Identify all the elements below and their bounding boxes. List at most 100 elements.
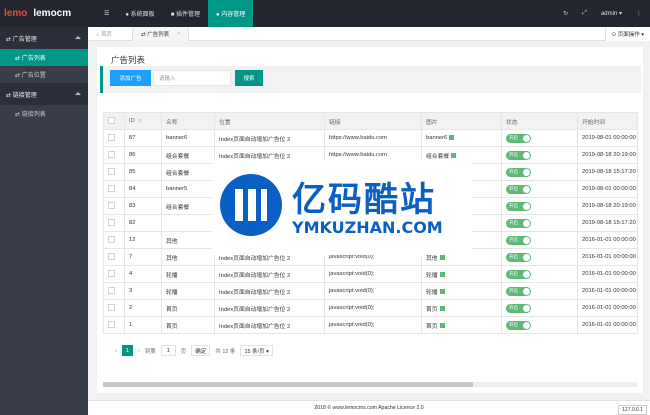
toolbar: 添加广告 请输入 搜索 (100, 66, 641, 93)
sidebar-item-ad-list[interactable]: ⇄ 广告列表 (0, 49, 88, 66)
nav-content-manage[interactable]: ● 内容管理 (207, 0, 254, 27)
row-checkbox[interactable] (103, 214, 125, 232)
fullscreen-icon[interactable]: ⤢ (582, 10, 587, 17)
status-label: 开启 (509, 270, 518, 276)
row-checkbox[interactable] (103, 231, 125, 249)
cell-start-time: 2016-01-01 00:00:00 (577, 265, 638, 283)
status-toggle[interactable]: 开启 (506, 320, 531, 330)
status-toggle[interactable]: 开启 (506, 184, 531, 194)
table-row[interactable]: 2 首页 Index页面自动增加广告位 2 javascript:void(0); 首页… (103, 299, 638, 317)
cell-link: javascript:void(0); (324, 265, 422, 283)
toggle-knob (523, 151, 530, 159)
page-operations-dropdown[interactable]: ⊙ 页面操作 ▾ (604, 27, 650, 41)
page-number-input[interactable]: 1 (160, 345, 176, 356)
horizontal-scrollbar[interactable] (103, 382, 637, 387)
toggle-knob (523, 304, 530, 312)
row-checkbox[interactable] (103, 299, 125, 317)
next-page-button[interactable]: › (138, 348, 140, 354)
cell-id: 84 (124, 180, 162, 198)
sort-icon[interactable]: ⇵ (138, 118, 142, 124)
status-toggle[interactable]: 开启 (506, 303, 531, 313)
sidebar-group-links[interactable]: ⇄ 链接管理 (0, 83, 88, 105)
cell-link: https://www.baidu.com (324, 129, 422, 147)
prev-page-button[interactable]: ‹ (115, 348, 117, 354)
status-toggle[interactable]: 开启 (506, 201, 531, 211)
cell-link: javascript:void(0); (324, 282, 422, 300)
image-label: 组合套餐 (426, 153, 450, 160)
refresh-icon[interactable]: ↻ (563, 10, 568, 17)
row-checkbox[interactable] (103, 197, 125, 215)
add-ad-button[interactable]: 添加广告 (110, 70, 151, 86)
status-toggle[interactable]: 开启 (506, 218, 531, 228)
row-checkbox[interactable] (103, 129, 125, 147)
nav-system-panel[interactable]: ● 系统面板 (117, 0, 162, 27)
version-badge: 127.0.0.1 (618, 405, 647, 415)
logo[interactable]: lemo lemocm (0, 0, 88, 27)
table-row[interactable]: 87 banner6 Index页面自动增加广告位 2 https://www.bai… (103, 129, 638, 147)
sidebar-group-ads[interactable]: ⇄ 广告管理 (0, 27, 88, 49)
status-toggle[interactable]: 开启 (506, 269, 531, 279)
search-input[interactable]: 请输入 (153, 70, 231, 86)
per-page-select[interactable]: 15 条/页 ▾ (240, 345, 273, 356)
image-thumb-icon[interactable] (451, 153, 457, 159)
table-row[interactable]: 1 首页 Index页面自动增加广告位 2 javascript:void(0); 首页… (103, 316, 638, 334)
cell-id: 1 (124, 316, 162, 334)
image-thumb-icon[interactable] (449, 134, 455, 140)
image-thumb-icon[interactable] (439, 323, 445, 329)
scrollbar-thumb[interactable] (103, 382, 473, 387)
row-checkbox[interactable] (103, 146, 125, 164)
more-icon[interactable]: ⋮ (636, 10, 642, 17)
sidebar-item-ad-position[interactable]: ⇄ 广告位置 (0, 66, 88, 83)
table-row[interactable]: 3 轮播 Index页面自动增加广告位 2 javascript:void(0); 轮播… (103, 282, 638, 300)
image-thumb-icon[interactable] (439, 289, 445, 295)
goto-label: 到第 (144, 348, 156, 355)
status-toggle[interactable]: 开启 (506, 235, 531, 245)
sidebar-item-link-list[interactable]: ⇄ 链接列表 (0, 105, 88, 122)
toggle-knob (523, 321, 530, 329)
caret-up-icon (75, 36, 81, 39)
status-toggle[interactable]: 开启 (506, 167, 531, 177)
column-header-link: 链接 (324, 112, 422, 130)
select-all-checkbox[interactable] (103, 112, 125, 130)
cell-id: 3 (124, 282, 162, 300)
nav-plugin-manage[interactable]: ■ 插件管理 (163, 0, 208, 27)
menu-toggle-button[interactable]: ☰ (96, 0, 117, 27)
row-checkbox[interactable] (103, 282, 125, 300)
cell-name: 轮播 (161, 265, 215, 283)
current-page[interactable]: 1 (121, 345, 133, 356)
status-label: 开启 (509, 168, 518, 174)
sidebar-group-label: ⇄ 链接管理 (6, 92, 37, 99)
cell-status: 开启 (501, 163, 578, 181)
image-thumb-icon[interactable] (439, 272, 445, 278)
row-checkbox[interactable] (103, 265, 125, 283)
toggle-knob (523, 134, 530, 142)
tab-home[interactable]: ⌂ 首页 (88, 27, 132, 41)
close-icon[interactable]: × (177, 31, 180, 37)
cell-image: 轮播 (421, 282, 502, 300)
row-checkbox[interactable] (103, 316, 125, 334)
column-header-status: 状态 (501, 112, 578, 130)
row-checkbox[interactable] (103, 163, 125, 181)
status-toggle[interactable]: 开启 (506, 252, 531, 262)
column-header-start-time: 开始时间 (577, 112, 638, 130)
cell-start-time: 2016-01-01 00:00:00 (577, 316, 638, 334)
column-header-id[interactable]: ID ⇵ (124, 112, 162, 130)
tab-ad-list[interactable]: ⇄ 广告列表 × (132, 26, 190, 41)
cell-start-time: 2016-01-01 00:00:00 (577, 231, 638, 249)
cell-start-time: 2019-08-18 15:17:20 (577, 163, 638, 181)
search-button[interactable]: 搜索 (235, 70, 263, 86)
status-label: 开启 (509, 321, 518, 327)
user-menu[interactable]: admin ▾ (601, 10, 622, 17)
status-toggle[interactable]: 开启 (506, 133, 531, 143)
table-row[interactable]: 4 轮播 Index页面自动增加广告位 2 javascript:void(0); 轮播… (103, 265, 638, 283)
image-thumb-icon[interactable] (439, 306, 445, 312)
total-count: 共 12 条 (215, 348, 236, 355)
row-checkbox[interactable] (103, 180, 125, 198)
row-checkbox[interactable] (103, 248, 125, 266)
status-toggle[interactable]: 开启 (506, 286, 531, 296)
cell-name: 首页 (161, 299, 215, 317)
image-thumb-icon[interactable] (439, 255, 445, 261)
goto-confirm-button[interactable]: 确定 (191, 345, 211, 356)
cell-status: 开启 (501, 231, 578, 249)
status-toggle[interactable]: 开启 (506, 150, 531, 160)
